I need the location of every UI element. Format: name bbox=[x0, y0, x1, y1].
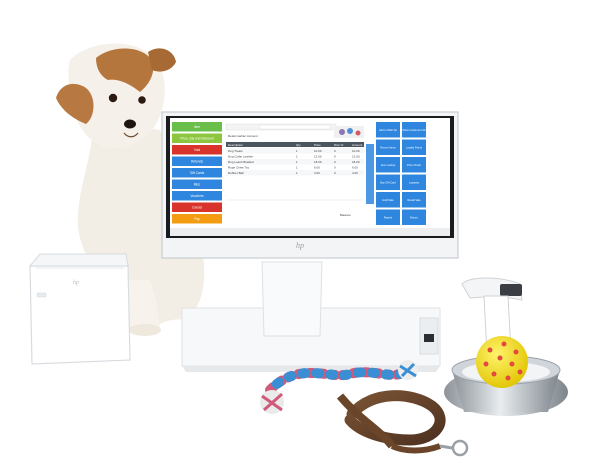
table-cell: 4.00 bbox=[314, 171, 320, 175]
pos-function-label: Price Check bbox=[407, 163, 422, 167]
table-cell: 18.00 bbox=[352, 160, 360, 164]
pos-button-label: Vouchers bbox=[190, 194, 204, 198]
pos-left-buttons: Item Price, Qty and Discount Void Refunds Gi… bbox=[172, 122, 222, 224]
table-cell: Dog Leash Braided bbox=[228, 160, 254, 164]
pos-function-label: Reprint bbox=[384, 216, 393, 220]
pos-function-label: Hold Sale bbox=[382, 198, 394, 202]
table-cell: Dog Treats bbox=[228, 149, 243, 153]
pos-button-label: Void bbox=[194, 148, 200, 152]
table-cell: Rope Chew Toy bbox=[228, 166, 250, 170]
table-cell: 12.00 bbox=[314, 155, 322, 159]
pos-function-label: Loyalty Points bbox=[406, 146, 423, 150]
pos-button-label: Item bbox=[194, 125, 201, 129]
pos-function-label: Recent Items bbox=[380, 146, 396, 150]
table-row[interactable] bbox=[226, 148, 364, 154]
table-header: Price bbox=[314, 143, 321, 147]
pos-function-label: Add to Wish list bbox=[379, 128, 397, 132]
order-title: Retail cashier Account bbox=[228, 134, 258, 138]
pos-button-label: Cancel bbox=[192, 206, 202, 210]
pos-button-label: Misc bbox=[194, 183, 201, 187]
balance-label: Balance bbox=[340, 213, 351, 217]
leather-leash bbox=[336, 390, 469, 457]
hp-logo: hp bbox=[296, 241, 304, 250]
printer-logo: hp bbox=[73, 280, 79, 286]
receipt-printer: hp bbox=[28, 253, 131, 365]
table-cell: 10.00 bbox=[352, 149, 360, 153]
table-cell: 4.00 bbox=[352, 171, 358, 175]
pos-function-label: Recall Sale bbox=[407, 198, 421, 202]
pos-function-label: Buy Gift Card bbox=[380, 181, 396, 185]
table-header: Amount bbox=[352, 143, 363, 147]
table-cell: Dog Collar Leather bbox=[228, 155, 253, 159]
pos-button-label: Pay bbox=[194, 217, 200, 221]
pos-button-label: Gift Cards bbox=[190, 171, 205, 175]
table-header: Disc % bbox=[334, 143, 344, 147]
pos-function-label: Return bbox=[410, 216, 418, 220]
table-header: Description bbox=[228, 143, 243, 147]
pos-function-label: Layaway bbox=[409, 181, 420, 185]
product-scene: hp hp Item Price, Qty and Discount Void Ref… bbox=[28, 43, 568, 457]
table-cell: 10.00 bbox=[314, 149, 322, 153]
table-cell: 6.00 bbox=[314, 166, 320, 170]
pos-function-label: Item Lookup bbox=[381, 163, 396, 167]
pos-button-label: Price, Qty and Discount bbox=[180, 137, 214, 141]
table-row[interactable] bbox=[226, 170, 364, 176]
table-cell: 6.00 bbox=[352, 166, 358, 170]
table-header: Qty bbox=[296, 143, 301, 147]
pos-function-label: Show Customer Info bbox=[402, 128, 426, 132]
table-cell: 18.00 bbox=[314, 160, 322, 164]
pos-button-label: Refunds bbox=[191, 160, 203, 164]
status-bar bbox=[170, 228, 450, 236]
table-cell: 12.00 bbox=[352, 155, 360, 159]
toy-ball bbox=[476, 336, 528, 388]
table-cell: Rubber Ball bbox=[228, 171, 244, 175]
